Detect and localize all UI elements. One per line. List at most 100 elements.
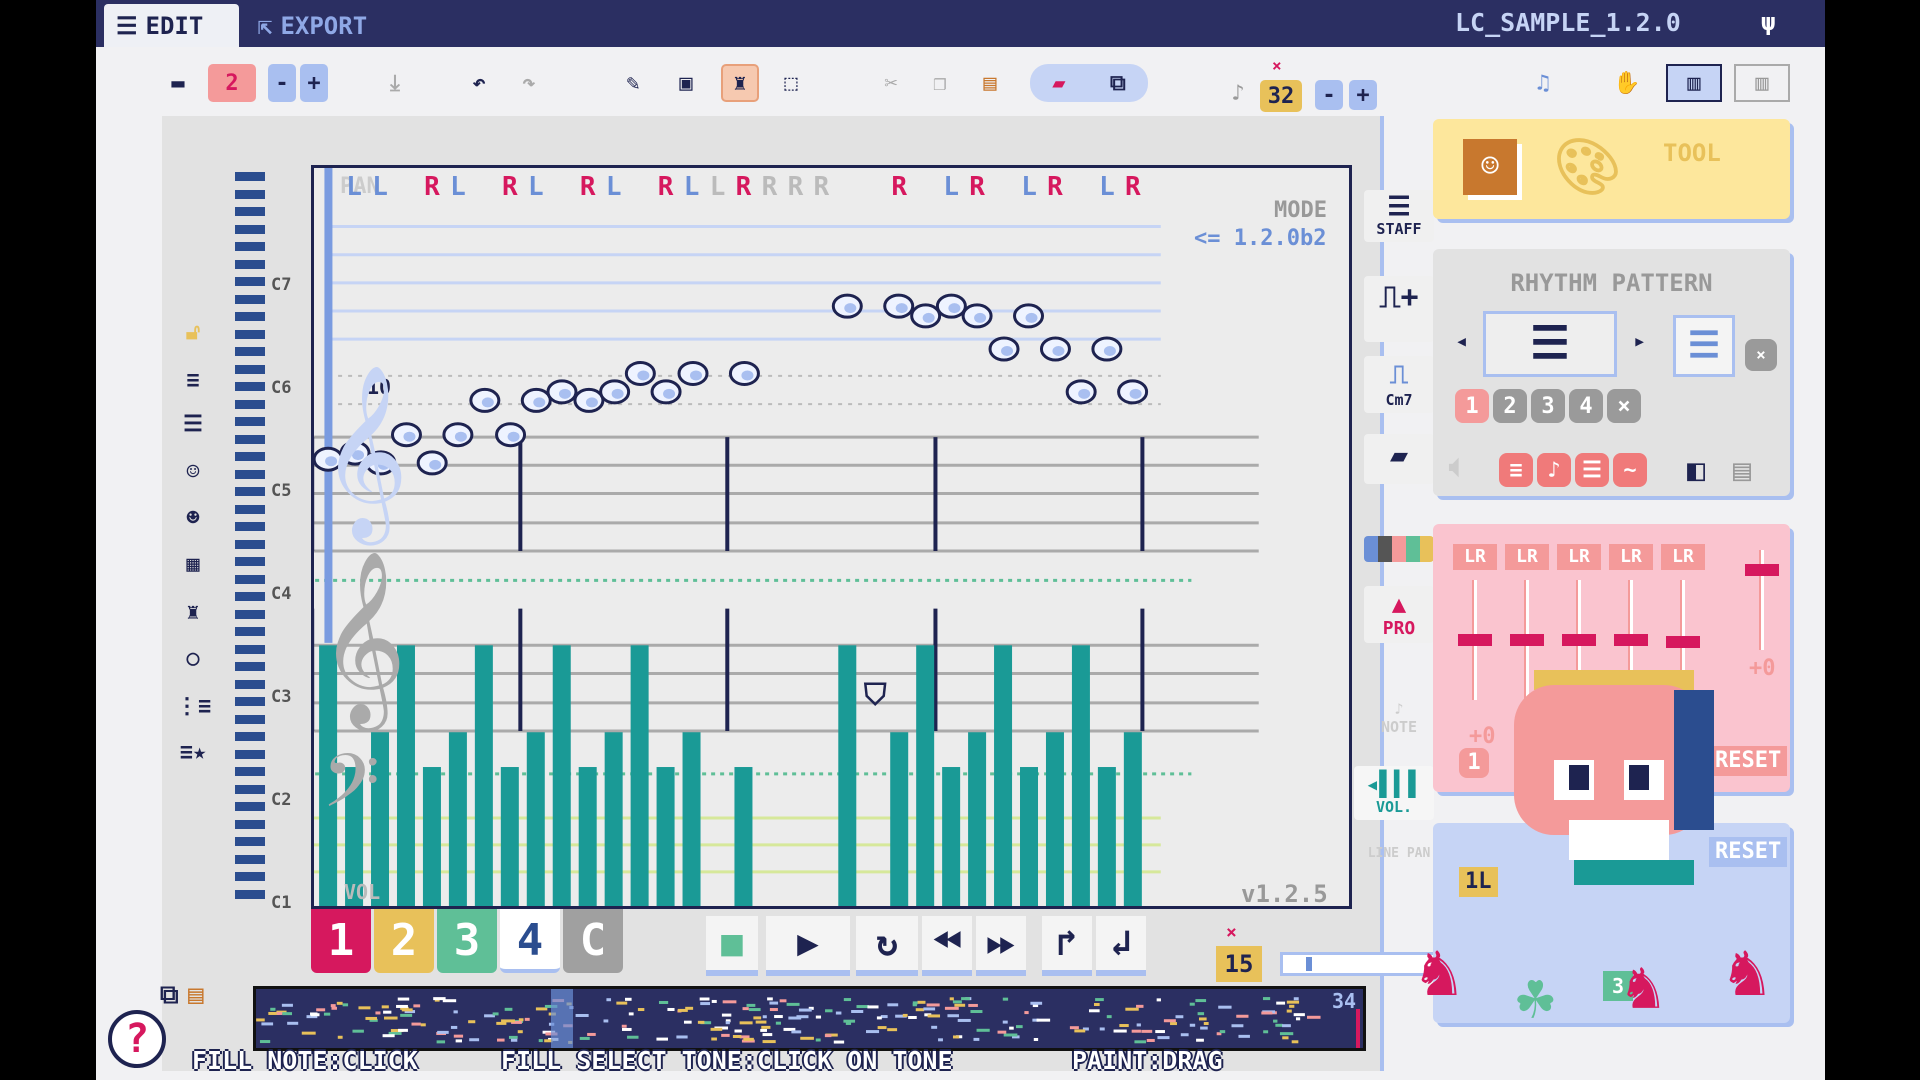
pan-mark[interactable]: R — [736, 172, 752, 202]
slider-knob[interactable] — [1562, 634, 1596, 646]
slope-tool-button[interactable]: ▰ — [1364, 434, 1434, 484]
pan-mark[interactable]: L — [606, 172, 622, 202]
pan-mark[interactable]: L — [684, 172, 700, 202]
piano-key[interactable] — [235, 417, 265, 426]
paint-mode-toggle[interactable]: ▰ ⧉ — [1030, 64, 1148, 102]
rewind-button[interactable]: ⏪︎ — [922, 916, 972, 976]
piano-key[interactable] — [235, 627, 265, 636]
piano-key[interactable] — [235, 399, 265, 409]
note-action-icon[interactable]: ♪ — [1537, 453, 1571, 487]
pan-mark[interactable]: L — [528, 172, 544, 202]
add-note-button[interactable]: ⎍+ — [1364, 276, 1434, 342]
piano-key[interactable] — [235, 522, 265, 531]
pan-mark[interactable]: R — [580, 172, 596, 202]
note-view-button[interactable]: ♪ NOTE — [1364, 696, 1434, 740]
channel-tab-2[interactable]: 2 — [374, 909, 434, 973]
paste-pattern-icon[interactable]: ▤ — [1733, 453, 1751, 488]
pan-mark[interactable]: R — [891, 172, 907, 202]
view-piano-icon[interactable]: ▥ — [1666, 64, 1722, 102]
pan-toggle[interactable]: LR — [1505, 544, 1549, 570]
palette-icon[interactable]: 🎨︎ — [1553, 135, 1622, 199]
pro-button[interactable]: ▲ PRO — [1364, 586, 1434, 643]
slider-knob[interactable] — [1614, 634, 1648, 646]
song-overview[interactable]: 34 — [253, 986, 1366, 1051]
piano-key[interactable] — [235, 889, 265, 899]
pan-mark[interactable]: L — [1021, 172, 1037, 202]
star-list-icon[interactable]: ≡★ — [176, 740, 210, 770]
pattern-slot[interactable]: 2 — [1493, 389, 1527, 423]
piano-key[interactable] — [235, 732, 265, 741]
speaker-icon[interactable]: 🔈︎ — [1449, 449, 1467, 484]
piano-key[interactable] — [235, 609, 265, 619]
pan-mark[interactable]: R — [1125, 172, 1141, 202]
copy-pages-icon[interactable]: ⧉ — [160, 980, 179, 1011]
folder-icon[interactable]: ▬ — [162, 64, 194, 102]
pan-toggle[interactable]: LR — [1557, 544, 1601, 570]
stamp-face-icon[interactable]: ▦ — [176, 552, 210, 582]
copy-pattern-icon[interactable]: ◧ — [1687, 453, 1705, 488]
piano-key[interactable] — [235, 504, 265, 514]
hand-icon[interactable]: ✋ — [1612, 64, 1642, 102]
slider-knob[interactable] — [1458, 634, 1492, 646]
piano-key[interactable] — [235, 539, 265, 549]
loop-end-button[interactable]: ↲ — [1096, 916, 1146, 976]
numbered-list-icon[interactable]: ⋮≡ — [176, 694, 211, 724]
channel-tab-3[interactable]: 3 — [437, 909, 497, 973]
piano-key[interactable] — [235, 224, 265, 234]
channel-tab-1[interactable]: 1 — [311, 909, 371, 973]
lock-icon[interactable]: 🔓︎ — [176, 320, 210, 350]
list-icon[interactable]: ≡ — [176, 368, 210, 398]
piano-key[interactable] — [235, 277, 265, 286]
slider-knob[interactable] — [1510, 634, 1544, 646]
pattern-slot[interactable]: 3 — [1531, 389, 1565, 423]
face-icon[interactable]: ☻ — [176, 506, 210, 536]
circle-icon[interactable]: ○ — [176, 646, 210, 676]
piano-key[interactable] — [235, 697, 265, 706]
line-pan-view-button[interactable]: LINE PAN — [1364, 842, 1434, 865]
scissors-icon[interactable]: ✂ — [876, 64, 906, 102]
pan-mark[interactable]: R — [762, 172, 778, 202]
pan-toggle[interactable]: LR — [1609, 544, 1653, 570]
resolution-plus-button[interactable]: + — [1349, 80, 1377, 110]
pan-toggle[interactable]: LR — [1453, 544, 1497, 570]
pencil-icon[interactable]: ✎ — [618, 64, 648, 102]
piano-key[interactable] — [235, 679, 265, 689]
tab-edit[interactable]: ☰ EDIT — [104, 4, 239, 47]
piano-key[interactable] — [235, 487, 265, 496]
pattern-slot[interactable]: 1 — [1455, 389, 1489, 423]
staff-mode-button[interactable]: ☰ STAFF — [1364, 190, 1434, 242]
redo-icon[interactable]: ↷ — [514, 64, 544, 102]
resolution-minus-button[interactable]: - — [1315, 80, 1343, 110]
staff-canvas[interactable]: C68C68C68C68C686C8C68C68C68 PAN LLRLRLRL… — [311, 165, 1352, 909]
prev-pattern-arrow[interactable]: ◂ — [1455, 329, 1468, 354]
list-bold-icon[interactable]: ☰ — [176, 412, 210, 442]
piano-key[interactable] — [235, 242, 265, 251]
piano-key[interactable] — [235, 452, 265, 461]
fast-forward-button[interactable]: ⏩︎ — [976, 916, 1026, 976]
stop-button[interactable]: ■ — [706, 916, 758, 976]
pan-mark[interactable]: L — [450, 172, 466, 202]
pan-mark[interactable]: R — [1047, 172, 1063, 202]
pan-mark[interactable]: R — [814, 172, 830, 202]
piano-key[interactable] — [235, 574, 265, 584]
book-face-icon[interactable]: ☺ — [1463, 139, 1517, 195]
next-pattern-arrow[interactable]: ▸ — [1633, 329, 1646, 354]
pan-row[interactable]: LLRLRLRLRLLRRRRRLRLRLR — [314, 172, 1314, 202]
bars-action-icon[interactable]: ☰ — [1575, 453, 1609, 487]
pattern-slot[interactable]: 4 — [1569, 389, 1603, 423]
stamp-icon[interactable]: ▣ — [671, 64, 701, 102]
wave-action-icon[interactable]: ∼ — [1613, 453, 1647, 487]
vol-view-button[interactable]: ◂▌▍▌ VOL. — [1354, 766, 1434, 820]
piano-key[interactable] — [235, 819, 265, 829]
channel-tab-4[interactable]: 4 — [500, 909, 560, 973]
pan-mark[interactable]: R — [788, 172, 804, 202]
paste-icon[interactable]: ▤ — [975, 64, 1005, 102]
piano-key[interactable] — [235, 784, 265, 794]
piano-key[interactable] — [235, 872, 265, 881]
pattern-clear-button[interactable]: × — [1745, 339, 1777, 371]
download-icon[interactable]: ⤓ — [380, 64, 410, 102]
pattern-preview[interactable]: ☰ — [1483, 311, 1617, 377]
piano-key[interactable] — [235, 294, 265, 304]
page-minus-button[interactable]: - — [268, 64, 296, 102]
piano-key[interactable] — [235, 854, 265, 864]
